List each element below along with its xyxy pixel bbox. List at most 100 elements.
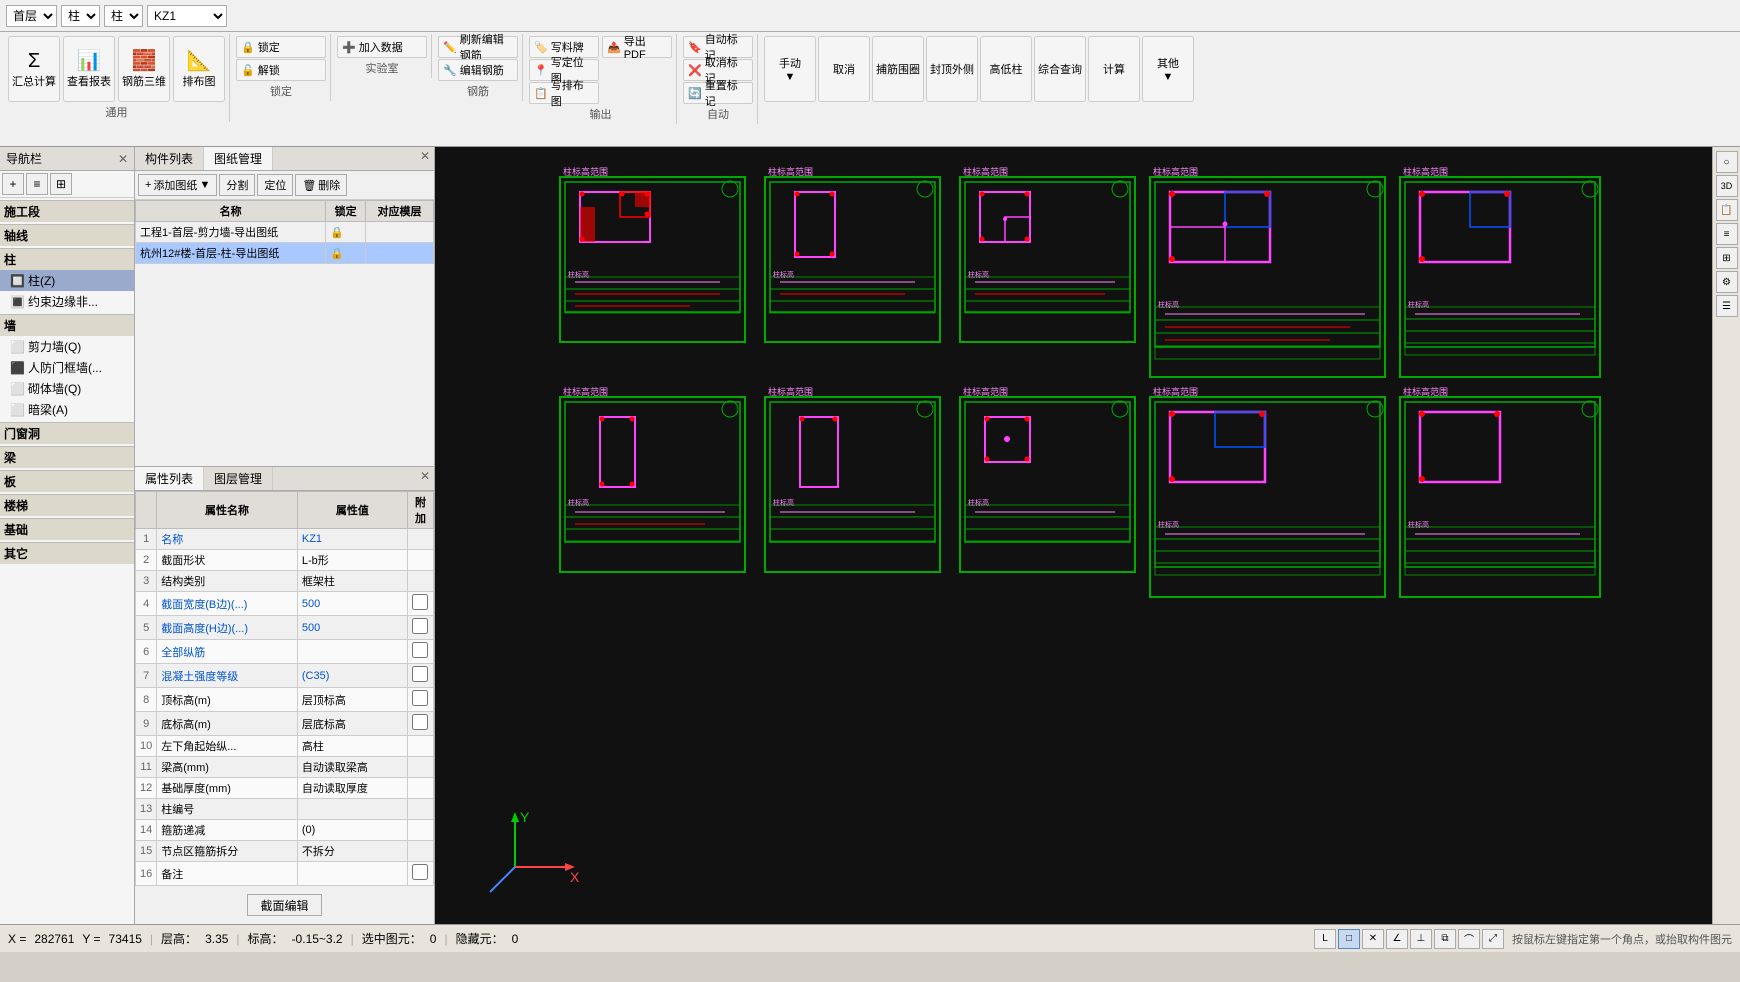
status-perp-button[interactable]: ⊥ <box>1410 929 1432 949</box>
status-angle-button[interactable]: ∠ <box>1386 929 1408 949</box>
prop-row-check[interactable] <box>408 616 434 640</box>
right-layer-button[interactable]: 📋 <box>1716 199 1738 221</box>
nav-close-button[interactable]: ✕ <box>118 152 128 166</box>
status-snap-button[interactable]: L <box>1314 929 1336 949</box>
nav-item-boundary[interactable]: 🔳 约束边缘非... <box>0 291 134 312</box>
status-copy-button[interactable]: ⧉ <box>1434 929 1456 949</box>
export-pdf-button[interactable]: 📤 导出PDF <box>602 36 672 58</box>
right-3d-button[interactable]: 3D <box>1716 175 1738 197</box>
prop-row[interactable]: 12 基础厚度(mm) 自动读取厚度 <box>136 778 434 799</box>
prop-row-check[interactable] <box>408 862 434 886</box>
drawing-row[interactable]: 工程1-首层-剪力墙-导出图纸 🔒 <box>136 222 434 243</box>
prop-row-value[interactable]: (C35) <box>297 664 407 688</box>
nav-item-civil-defense[interactable]: ⬛ 人防门框墙(... <box>0 357 134 378</box>
report-button[interactable]: 📊 查看报表 <box>63 36 115 102</box>
prop-row-value[interactable]: 500 <box>297 592 407 616</box>
prop-row[interactable]: 14 箍筋递减 (0) <box>136 820 434 841</box>
prop-row[interactable]: 8 顶标高(m) 层顶标高 <box>136 688 434 712</box>
other-button[interactable]: 其他 ▼ <box>1142 36 1194 102</box>
prop-row[interactable]: 13 柱编号 <box>136 799 434 820</box>
prop-row[interactable]: 6 全部纵筋 <box>136 640 434 664</box>
prop-row[interactable]: 4 截面宽度(B边)(...) 500 <box>136 592 434 616</box>
status-expand-button[interactable]: ⤢ <box>1482 929 1504 949</box>
nav-item-shear-wall[interactable]: ⬜ 剪力墙(Q) <box>0 336 134 357</box>
drawing-row-selected[interactable]: 杭州12#楼-首层-柱-导出图纸 🔒 <box>136 243 434 264</box>
high-low-button[interactable]: 高低柱 <box>980 36 1032 102</box>
right-list-button[interactable]: ≡ <box>1716 223 1738 245</box>
snap-fence-button[interactable]: 捕筋围圈 <box>872 36 924 102</box>
name-select[interactable]: KZ1 <box>147 5 227 27</box>
split-button[interactable]: 分割 <box>219 174 255 196</box>
prop-panel-close[interactable]: ✕ <box>416 467 434 490</box>
prop-row-check[interactable] <box>408 688 434 712</box>
prop-row-value[interactable]: 自动读取厚度 <box>297 778 407 799</box>
floor-select[interactable]: 首层 <box>6 5 57 27</box>
drawing-management-tab[interactable]: 图纸管理 <box>204 147 273 170</box>
lock-button[interactable]: 🔒 锁定 <box>236 36 326 58</box>
layout-button[interactable]: 📐 排布图 <box>173 36 225 102</box>
prop-row-value[interactable]: 层底标高 <box>297 712 407 736</box>
prop-row[interactable]: 7 混凝土强度等级 (C35) <box>136 664 434 688</box>
nav-item-dark-beam[interactable]: ⬜ 暗梁(A) <box>0 399 134 420</box>
nav-item-column-z[interactable]: 🔲 柱(Z) <box>0 270 134 291</box>
canvas-area[interactable]: Y X <box>435 147 1712 924</box>
manual-button[interactable]: 手动 ▼ <box>764 36 816 102</box>
prop-row[interactable]: 3 结构类别 框架柱 <box>136 571 434 592</box>
status-rect-button[interactable]: □ <box>1338 929 1360 949</box>
prop-row-value[interactable]: 500 <box>297 616 407 640</box>
nav-grid-button[interactable]: ⊞ <box>50 173 72 195</box>
prop-row-value[interactable]: 高柱 <box>297 736 407 757</box>
prop-row-value[interactable] <box>297 640 407 664</box>
write-layout-button[interactable]: 📋 写排布图 <box>529 82 599 104</box>
prop-row-value[interactable]: 框架柱 <box>297 571 407 592</box>
prop-row-value[interactable]: KZ1 <box>297 529 407 550</box>
component-list-tab[interactable]: 构件列表 <box>135 147 204 170</box>
prop-row[interactable]: 2 截面形状 L-b形 <box>136 550 434 571</box>
drawing-panel-close[interactable]: ✕ <box>416 147 434 170</box>
locate-button[interactable]: 定位 <box>257 174 293 196</box>
prop-row-value[interactable]: 不拆分 <box>297 841 407 862</box>
prop-row[interactable]: 11 梁高(mm) 自动读取梁高 <box>136 757 434 778</box>
sub-type-select[interactable]: 柱 <box>104 5 143 27</box>
reset-mark-button[interactable]: 🔄 重置标记 <box>683 82 753 104</box>
add-data-button[interactable]: ➕ 加入数据 <box>337 36 427 58</box>
prop-row[interactable]: 15 节点区箍筋拆分 不拆分 <box>136 841 434 862</box>
nav-add-button[interactable]: + <box>2 173 24 195</box>
prop-row-value[interactable]: 层顶标高 <box>297 688 407 712</box>
seal-outer-button[interactable]: 封顶外侧 <box>926 36 978 102</box>
nav-item-masonry[interactable]: ⬜ 砌体墙(Q) <box>0 378 134 399</box>
prop-row-check[interactable] <box>408 592 434 616</box>
attr-list-tab[interactable]: 属性列表 <box>135 467 204 490</box>
prop-row[interactable]: 16 备注 <box>136 862 434 886</box>
prop-row-value[interactable]: (0) <box>297 820 407 841</box>
prop-row-check[interactable] <box>408 712 434 736</box>
right-grid-button[interactable]: ⊞ <box>1716 247 1738 269</box>
type-select[interactable]: 柱 <box>61 5 100 27</box>
prop-row[interactable]: 5 截面高度(H边)(...) 500 <box>136 616 434 640</box>
right-settings-button[interactable]: ⚙ <box>1716 271 1738 293</box>
prop-row-check[interactable] <box>408 640 434 664</box>
refresh-edit-button[interactable]: ✏️ 刷新编辑钢筋 <box>438 36 518 58</box>
cancel-button[interactable]: 取消 <box>818 36 870 102</box>
3d-button[interactable]: 🧱 钢筋三维 <box>118 36 170 102</box>
edit-rebar-button[interactable]: 🔧 编辑钢筋 <box>438 59 518 81</box>
prop-row-value[interactable]: L-b形 <box>297 550 407 571</box>
prop-row-check[interactable] <box>408 664 434 688</box>
query-button[interactable]: 综合查询 <box>1034 36 1086 102</box>
right-menu-button[interactable]: ☰ <box>1716 295 1738 317</box>
calc-button[interactable]: 计算 <box>1088 36 1140 102</box>
prop-row[interactable]: 9 底标高(m) 层底标高 <box>136 712 434 736</box>
layer-manage-tab[interactable]: 图层管理 <box>204 467 273 490</box>
prop-row[interactable]: 1 名称 KZ1 <box>136 529 434 550</box>
right-circle-button[interactable]: ○ <box>1716 151 1738 173</box>
prop-row-value[interactable] <box>297 799 407 820</box>
nav-list-button[interactable]: ≡ <box>26 173 48 195</box>
section-edit-button[interactable]: 截面编辑 <box>247 894 321 916</box>
add-drawing-button[interactable]: + 添加图纸 ▼ <box>138 174 217 196</box>
prop-row[interactable]: 10 左下角起始纵... 高柱 <box>136 736 434 757</box>
prop-row-value[interactable]: 自动读取梁高 <box>297 757 407 778</box>
status-curve-button[interactable]: ⌒ <box>1458 929 1480 949</box>
status-x-button[interactable]: ✕ <box>1362 929 1384 949</box>
summary-button[interactable]: Σ 汇总计算 <box>8 36 60 102</box>
unlock-button[interactable]: 🔓 解锁 <box>236 59 326 81</box>
